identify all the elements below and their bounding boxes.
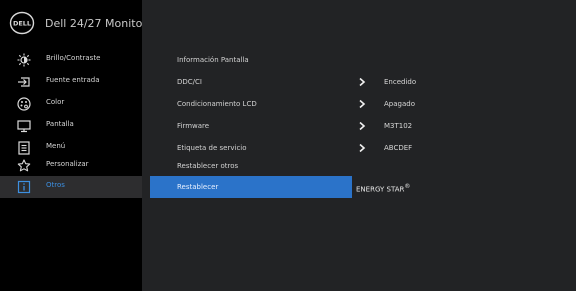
chevron-right-icon (359, 99, 366, 109)
brightness-icon (17, 53, 31, 67)
dell-logo: DELL (9, 11, 35, 35)
energy-star-text: ENERGY STAR (356, 185, 405, 194)
row-value: Apagado (384, 100, 415, 108)
menu-row-firmware[interactable]: Firmware M3T102 (150, 115, 420, 137)
sidebar-item-label: Otros (46, 181, 65, 189)
row-value: ABCDEF (384, 144, 413, 152)
row-label: Restablecer otros (177, 162, 239, 170)
input-source-icon (18, 77, 30, 87)
color-palette-icon (17, 97, 31, 111)
main-panel: Información Pantalla DDC/CI Encedido Con… (142, 0, 576, 291)
row-label: Información Pantalla (177, 56, 249, 64)
menu-row-restablecer[interactable]: Restablecer (150, 176, 352, 198)
row-value: M3T102 (384, 122, 413, 130)
sidebar-item-label: Color (46, 98, 65, 106)
menu-row-condicionamiento-lcd[interactable]: Condicionamiento LCD Apagado (150, 93, 420, 115)
sidebar-item-label: Personalizar (46, 160, 89, 168)
sidebar-item-fuente-entrada[interactable]: Fuente entrada (0, 71, 142, 93)
row-label: Etiqueta de servicio (177, 144, 247, 152)
chevron-right-icon (359, 121, 366, 131)
monitor-osd: DELL Dell 24/27 Monitor Brillo/Contraste (0, 0, 576, 291)
sidebar-item-personalizar[interactable]: Personalizar (0, 155, 142, 177)
row-value: Encedido (384, 78, 417, 86)
energy-star-label: ENERGY STAR® (356, 183, 410, 193)
sidebar-item-label: Pantalla (46, 120, 74, 128)
sidebar-item-brillo-contraste[interactable]: Brillo/Contraste (0, 49, 142, 71)
menu-row-informacion-pantalla[interactable]: Información Pantalla (150, 49, 420, 71)
menu-row-restablecer-otros[interactable]: Restablecer otros (150, 155, 420, 177)
sidebar-item-label: Fuente entrada (46, 76, 100, 84)
row-label: DDC/CI (177, 78, 202, 86)
menu-icon (18, 141, 30, 155)
chevron-right-icon (359, 77, 366, 87)
menu-row-ddc-ci[interactable]: DDC/CI Encedido (150, 71, 420, 93)
sidebar-item-label: Menú (46, 142, 66, 150)
sidebar-item-otros[interactable]: Otros (0, 176, 142, 198)
row-label: Restablecer (177, 183, 219, 191)
registered-mark: ® (404, 183, 411, 190)
chevron-right-icon (359, 143, 366, 153)
row-label: Firmware (177, 122, 210, 130)
svg-text:DELL: DELL (13, 20, 31, 28)
star-icon (17, 159, 31, 172)
osd-header: DELL Dell 24/27 Monitor (0, 0, 147, 46)
display-icon (17, 120, 31, 133)
sidebar-item-label: Brillo/Contraste (46, 54, 101, 62)
page-title: Dell 24/27 Monitor (45, 17, 147, 30)
info-icon (17, 180, 31, 194)
sidebar: DELL Dell 24/27 Monitor Brillo/Contraste (0, 0, 147, 291)
row-label: Condicionamiento LCD (177, 100, 257, 108)
sidebar-item-color[interactable]: Color (0, 93, 142, 115)
sidebar-item-pantalla[interactable]: Pantalla (0, 115, 142, 137)
